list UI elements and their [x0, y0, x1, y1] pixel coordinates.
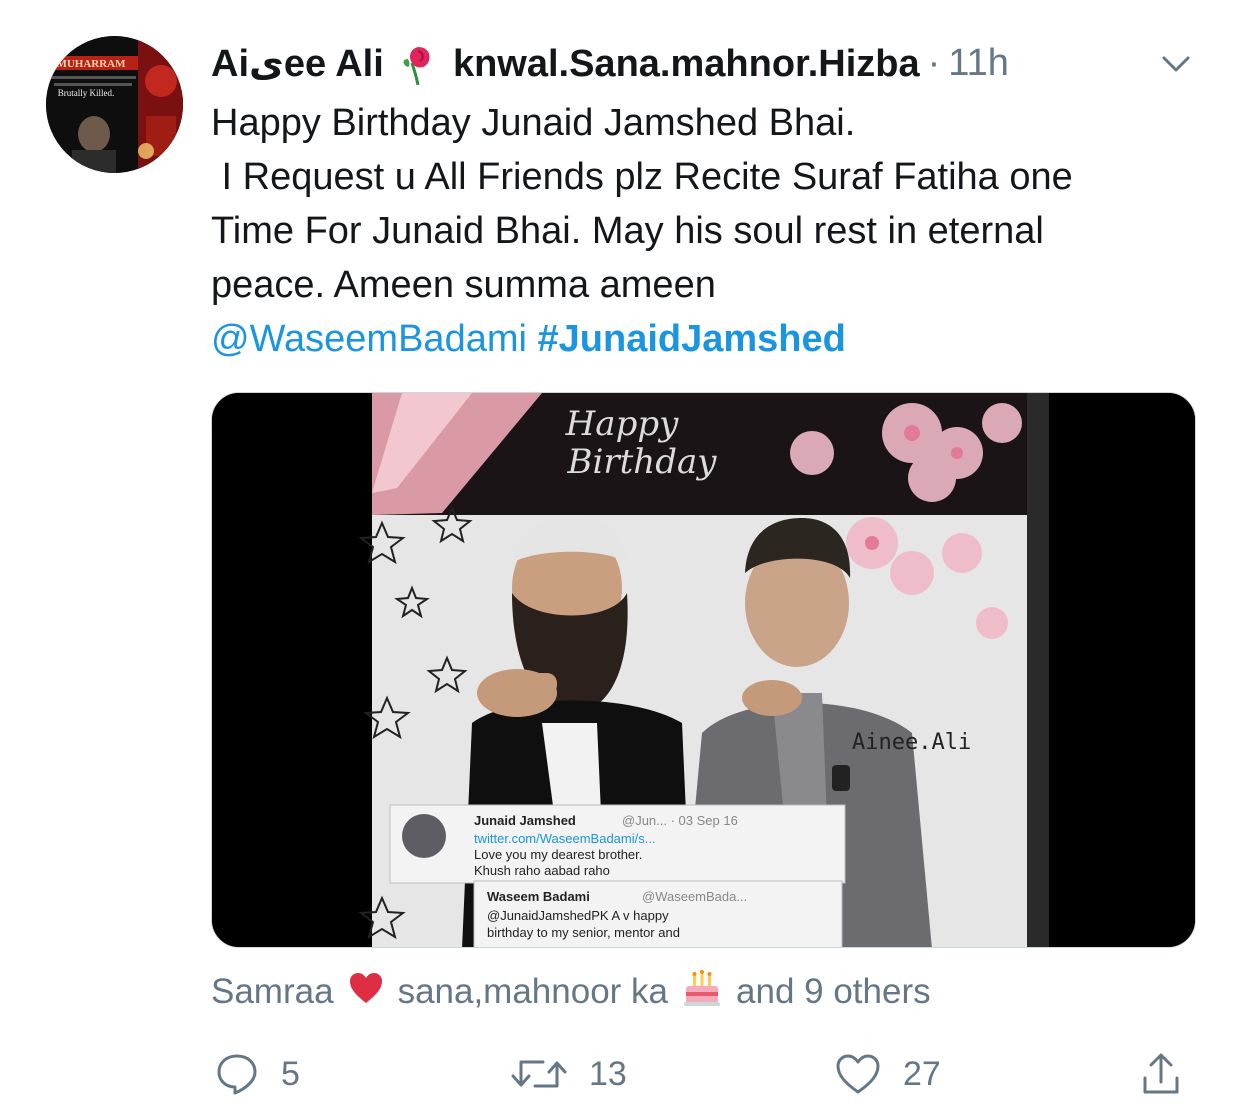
card2-line1: @JunaidJamshedPK A v happy: [487, 908, 669, 923]
tweet-line: Happy Birthday Junaid Jamshed Bhai.: [211, 102, 856, 144]
card1-link: twitter.com/WaseemBadami/s...: [474, 831, 656, 846]
card1-line1: Love you my dearest brother.: [474, 847, 642, 862]
greeting-birthday: Birthday: [567, 442, 718, 482]
reply-icon: [217, 1054, 257, 1095]
card1-line2: Khush raho aabad raho: [474, 863, 610, 878]
share-icon: [1143, 1053, 1179, 1094]
birthday-image: Happy Birthday Ainee.Ali Junaid Jamshed …: [212, 393, 1195, 947]
tweet-text: Happy Birthday Junaid Jamshed Bhai. I Re…: [211, 96, 1201, 366]
card2-handle: @WaseemBada...: [642, 889, 747, 904]
avatar-title: MUHARRAM: [56, 58, 126, 70]
avatar-caption: Brutally Killed.: [58, 88, 115, 98]
image-watermark: Ainee.Ali: [852, 730, 971, 755]
tweet-timestamp[interactable]: 11h: [948, 42, 1009, 85]
card1-handle: @Jun... · 03 Sep 16: [622, 813, 738, 828]
share-button[interactable]: [1141, 1046, 1203, 1102]
liker-name: Samraa: [211, 972, 334, 1011]
tweet-tags: @WaseemBadami #JunaidJamshed: [211, 312, 1201, 366]
tweet-line: Time For Junaid Bhai. May his soul rest …: [211, 210, 1044, 252]
author-name-rest: knwal.Sana.mahnor.Hizba: [452, 42, 920, 85]
others-count: and 9 others: [736, 972, 931, 1011]
dot-separator: ·: [927, 41, 941, 84]
reply-count: 5: [281, 1054, 300, 1093]
birthday-cake-emoji-icon: [682, 968, 722, 1017]
like-button[interactable]: 27: [835, 1046, 941, 1102]
reply-button[interactable]: 5: [215, 1046, 300, 1102]
author-name-first: Aiیee Ali: [211, 42, 384, 85]
avatar-image: MUHARRAM Brutally Killed.: [46, 36, 183, 173]
hashtag-link[interactable]: #JunaidJamshed: [538, 318, 846, 360]
greeting-happy: Happy: [565, 404, 679, 444]
like-count: 27: [903, 1054, 941, 1093]
tweet-line: I Request u All Friends plz Recite Suraf…: [211, 156, 1073, 198]
tweet-line: peace. Ameen summa ameen: [211, 264, 716, 306]
liker-name: sana,mahnoor ka: [397, 972, 669, 1011]
social-context[interactable]: Samraa sana,mahnoor ka and 9 others: [211, 968, 931, 1016]
retweet-icon: [511, 1060, 567, 1088]
heart-emoji-icon: [348, 971, 384, 1014]
tweet-actions: 5 13 27: [211, 1046, 1201, 1106]
tweet-media[interactable]: Happy Birthday Ainee.Ali Junaid Jamshed …: [211, 392, 1196, 948]
mention-link[interactable]: @WaseemBadami: [211, 318, 527, 360]
avatar[interactable]: MUHARRAM Brutally Killed.: [46, 36, 183, 173]
card2-name: Waseem Badami: [487, 889, 590, 904]
chevron-down-icon[interactable]: [1158, 50, 1194, 78]
card1-name: Junaid Jamshed: [474, 813, 576, 828]
retweet-count: 13: [589, 1054, 627, 1093]
card2-line2: birthday to my senior, mentor and: [487, 925, 680, 940]
tweet-header: Aiیee Ali knwal.Sana.mahnor.Hizba · 11h: [211, 38, 1201, 88]
retweet-button[interactable]: 13: [511, 1046, 627, 1102]
author-name[interactable]: Aiیee Ali knwal.Sana.mahnor.Hizba: [211, 41, 920, 86]
heart-icon: [836, 1054, 880, 1094]
rose-icon: [398, 45, 438, 86]
